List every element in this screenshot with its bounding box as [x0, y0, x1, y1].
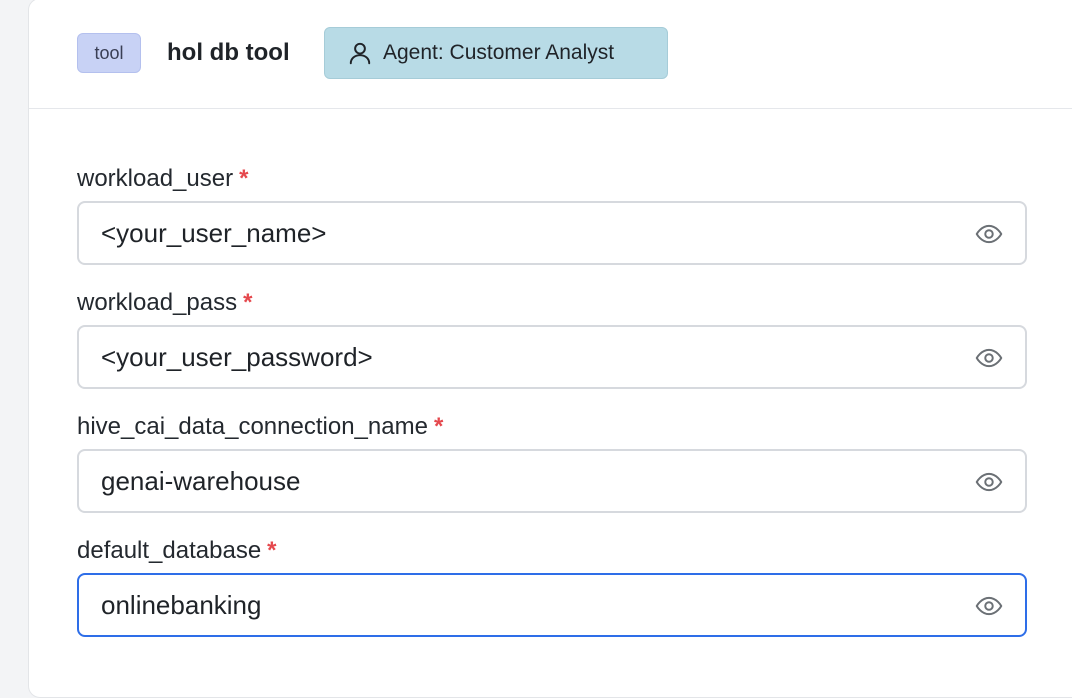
eye-icon[interactable] [975, 220, 1003, 248]
eye-icon[interactable] [975, 344, 1003, 372]
tool-title: hol db tool [167, 39, 290, 66]
workload-user-input[interactable]: <your_user_name> [77, 201, 1027, 265]
required-asterisk: * [433, 413, 444, 440]
required-asterisk: * [243, 289, 253, 316]
field-label-workload-user: workload_user * [77, 164, 248, 194]
tool-config-card: tool hol db tool Agent: Customer Analyst… [28, 0, 1072, 698]
eye-icon[interactable] [975, 468, 1003, 496]
tool-type-tag: tool [77, 33, 141, 73]
workload-pass-input[interactable]: <your_user_password> [77, 325, 1027, 389]
field-label-text: hive_cai_data_connection_name [77, 413, 428, 440]
required-asterisk: * [267, 537, 277, 564]
field-label-default-database: default_database * [77, 536, 277, 566]
card-header: tool hol db tool Agent: Customer Analyst [29, 0, 1072, 109]
field-label-hive-connection: hive_cai_data_connection_name * [77, 412, 443, 442]
field-label-text: workload_user [77, 165, 234, 192]
field-label-text: workload_pass [77, 289, 238, 316]
field-label-text: default_database [77, 537, 262, 564]
field-label-workload-pass: workload_pass * [77, 288, 252, 318]
agent-badge[interactable]: Agent: Customer Analyst [324, 27, 668, 79]
required-asterisk: * [239, 165, 249, 192]
hive-connection-input[interactable]: genai-warehouse [77, 449, 1027, 513]
field-value: <your_user_password> [101, 342, 373, 372]
field-value: genai-warehouse [101, 466, 301, 496]
field-value: <your_user_name> [101, 218, 327, 248]
agent-badge-label: Agent: Customer Analyst [383, 41, 615, 64]
eye-icon[interactable] [975, 592, 1003, 620]
default-database-input[interactable]: onlinebanking [77, 573, 1027, 637]
field-value: onlinebanking [101, 590, 262, 620]
user-icon [349, 42, 371, 65]
